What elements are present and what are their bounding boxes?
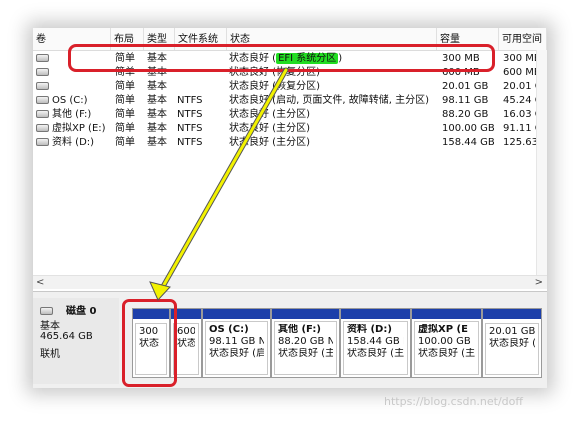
watermark: https://blog.csdn.net/doff xyxy=(384,395,523,408)
pointer-arrow-icon xyxy=(149,67,289,301)
